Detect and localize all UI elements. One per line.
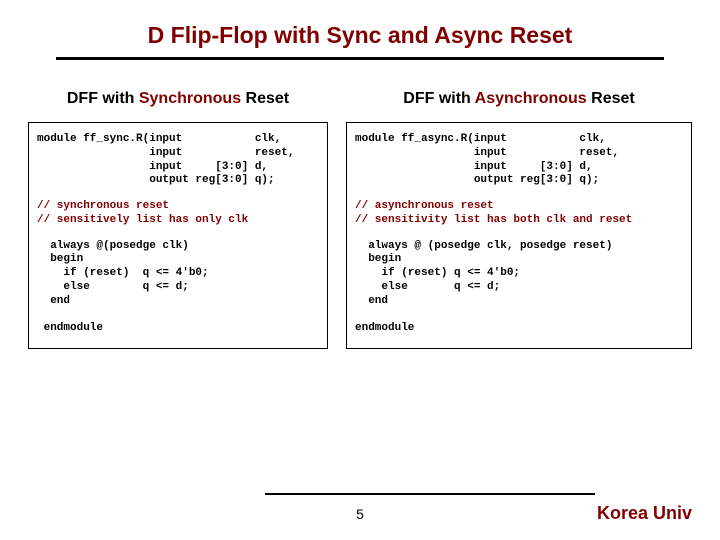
left-heading: DFF with Synchronous Reset bbox=[28, 90, 328, 108]
spacer bbox=[37, 188, 319, 200]
right-code-decl: module ff_async.R(input clk, input reset… bbox=[355, 133, 683, 188]
spacer bbox=[355, 188, 683, 200]
left-heading-prefix: DFF with bbox=[67, 90, 139, 107]
spacer bbox=[355, 228, 683, 240]
left-code-comment: // synchronous reset // sensitively list… bbox=[37, 200, 319, 228]
right-column: DFF with Asynchronous Reset module ff_as… bbox=[346, 90, 692, 349]
footer-logo: Korea Univ bbox=[597, 503, 692, 524]
left-code-decl: module ff_sync.R(input clk, input reset,… bbox=[37, 133, 319, 188]
right-codebox: module ff_async.R(input clk, input reset… bbox=[346, 122, 692, 349]
right-heading-prefix: DFF with bbox=[403, 90, 474, 107]
left-code-body: always @(posedge clk) begin if (reset) q… bbox=[37, 240, 319, 336]
slide-title: D Flip-Flop with Sync and Async Reset bbox=[0, 0, 720, 57]
right-heading-suffix: Reset bbox=[587, 90, 635, 107]
left-heading-suffix: Reset bbox=[241, 90, 289, 107]
left-heading-em: Synchronous bbox=[139, 90, 241, 107]
left-column: DFF with Synchronous Reset module ff_syn… bbox=[28, 90, 328, 349]
right-heading-em: Asynchronous bbox=[475, 90, 587, 107]
left-codebox: module ff_sync.R(input clk, input reset,… bbox=[28, 122, 328, 349]
right-code-comment: // asynchronous reset // sensitivity lis… bbox=[355, 200, 683, 228]
right-heading: DFF with Asynchronous Reset bbox=[346, 90, 692, 108]
title-rule bbox=[56, 57, 664, 60]
content-columns: DFF with Synchronous Reset module ff_syn… bbox=[0, 90, 720, 349]
footer-rule bbox=[265, 493, 595, 495]
right-code-body: always @ (posedge clk, posedge reset) be… bbox=[355, 240, 683, 336]
spacer bbox=[37, 228, 319, 240]
